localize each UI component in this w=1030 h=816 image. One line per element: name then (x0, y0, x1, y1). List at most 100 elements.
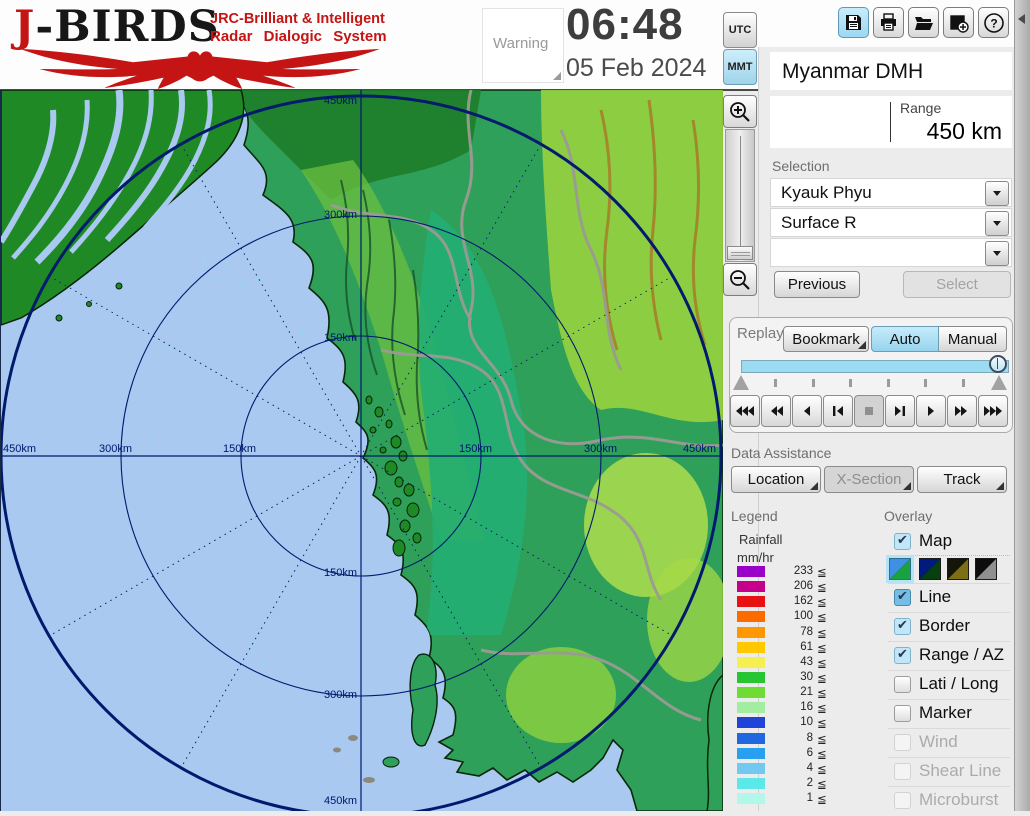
zoom-in-button[interactable] (723, 95, 757, 128)
location-button[interactable]: Location (731, 466, 821, 493)
marker-checkbox[interactable] (894, 705, 911, 722)
dropdown-button[interactable] (985, 181, 1009, 206)
check-icon: ✔ (897, 589, 908, 604)
radar-map[interactable]: 450km 300km 150km 150km 300km 450km 450k… (0, 90, 723, 811)
mmt-button[interactable]: MMT (723, 49, 757, 85)
divider (890, 102, 891, 142)
overlay-item-label: Map (919, 531, 952, 551)
help-icon: ? (983, 12, 1005, 34)
brand-rest: -BIRDS (35, 2, 219, 52)
app-logo: J-BIRDS JRC-Brilliant & Intelligent Rada… (10, 2, 390, 88)
step-forward-button[interactable] (885, 395, 915, 427)
utc-button[interactable]: UTC (723, 12, 757, 48)
replay-slider-track[interactable] (741, 360, 1009, 373)
tagline-line2: Radar Dialogic System (210, 28, 390, 45)
zoom-slider-groove (740, 136, 741, 248)
previous-button[interactable]: Previous (774, 271, 860, 298)
extra-dropdown[interactable] (770, 238, 1012, 267)
check-icon: ✔ (897, 647, 908, 662)
overlay-item-label: Range / AZ (919, 645, 1004, 665)
legend-entry: 30≦ (737, 672, 837, 684)
legend-entry: 10≦ (737, 717, 837, 729)
step-back-button[interactable] (823, 395, 853, 427)
legend-entry: 8≦ (737, 733, 837, 745)
bookmark-button[interactable]: Bookmark (783, 326, 869, 352)
rewind-button[interactable] (792, 395, 822, 427)
replay-label: Replay (737, 325, 784, 342)
overlay-item-map: ✔ Map (888, 531, 1012, 557)
range-end-marker[interactable] (991, 375, 1007, 390)
chevron-down-icon (993, 251, 1001, 256)
map-style-swatch-2[interactable] (919, 558, 941, 580)
legend-swatch (737, 687, 765, 698)
brand-tagline: JRC-Brilliant & Intelligent Radar Dialog… (210, 11, 390, 45)
map-style-swatch-1[interactable] (889, 558, 911, 580)
overlay-item-lati-long: Lati / Long (888, 674, 1012, 700)
collapse-arrow-icon (1018, 14, 1025, 24)
legend-swatch (737, 748, 765, 759)
range-az-checkbox[interactable]: ✔ (894, 647, 911, 664)
overlay-item-microburst: Microburst (888, 790, 1012, 816)
data-assistance-label: Data Assistance (731, 445, 831, 461)
warning-selector[interactable]: Warning (482, 8, 564, 83)
ring-label-300-top: 300km (307, 209, 357, 221)
range-value: 450 km (927, 118, 1002, 145)
add-image-button[interactable] (943, 7, 974, 38)
svg-text:?: ? (990, 16, 997, 30)
xsection-button[interactable]: X-Section (824, 466, 914, 493)
clock-time: 06:48 (566, 0, 684, 50)
fast-forward-button[interactable] (947, 395, 977, 427)
microburst-checkbox (894, 792, 911, 809)
legend-title-1: Rainfall (739, 532, 782, 547)
legend-entry: 2≦ (737, 778, 837, 790)
print-button[interactable] (873, 7, 904, 38)
ring-label-450-bottom: 450km (307, 795, 357, 807)
legend-swatch (737, 627, 765, 638)
help-button[interactable]: ? (978, 7, 1009, 38)
location-label: Location (748, 471, 805, 488)
map-style-swatch-3[interactable] (947, 558, 969, 580)
fast-rewind-triple-button[interactable] (730, 395, 760, 427)
stop-button[interactable] (854, 395, 884, 427)
product-dropdown[interactable]: Surface R (770, 208, 1012, 237)
dropdown-button[interactable] (985, 211, 1009, 236)
replay-slider-handle[interactable] (989, 355, 1007, 373)
manual-button[interactable]: Manual (939, 326, 1007, 352)
map-style-swatch-4[interactable] (975, 558, 997, 580)
slider-tick (924, 379, 927, 387)
play-button[interactable] (916, 395, 946, 427)
selection-label: Selection (772, 158, 830, 174)
slider-tick (849, 379, 852, 387)
fast-rewind-button[interactable] (761, 395, 791, 427)
zoom-slider-handle[interactable] (727, 246, 753, 260)
divider (888, 786, 1010, 787)
ring-label-150-bottom: 150km (307, 567, 357, 579)
overlay-label: Overlay (884, 508, 932, 524)
range-start-marker[interactable] (733, 375, 749, 390)
save-button[interactable] (838, 7, 869, 38)
zoom-out-button[interactable] (723, 263, 757, 296)
track-button[interactable]: Track (917, 466, 1007, 493)
legend-title-2: mm/hr (737, 550, 774, 565)
legend-swatch (737, 793, 765, 804)
auto-button[interactable]: Auto (871, 326, 939, 352)
map-checkbox[interactable]: ✔ (894, 533, 911, 550)
open-folder-button[interactable] (908, 7, 939, 38)
line-checkbox[interactable]: ✔ (894, 589, 911, 606)
overlay-item-label: Line (919, 587, 951, 607)
overlay-item-border: ✔ Border (888, 616, 1012, 642)
divider (888, 670, 1010, 671)
divider (888, 728, 1010, 729)
dropdown-button[interactable] (985, 241, 1009, 266)
overlay-item-wind: Wind (888, 732, 1012, 758)
lati-long-checkbox[interactable] (894, 676, 911, 693)
select-button[interactable]: Select (903, 271, 1011, 298)
corner-grip-icon (810, 482, 818, 490)
border-checkbox[interactable]: ✔ (894, 618, 911, 635)
zoom-slider[interactable] (725, 129, 755, 262)
site-dropdown[interactable]: Kyauk Phyu (770, 178, 1012, 207)
legend-entry: 21≦ (737, 687, 837, 699)
overlay-item-label: Lati / Long (919, 674, 998, 694)
panel-collapse-bar[interactable] (1014, 0, 1030, 811)
fast-forward-triple-button[interactable] (978, 395, 1008, 427)
